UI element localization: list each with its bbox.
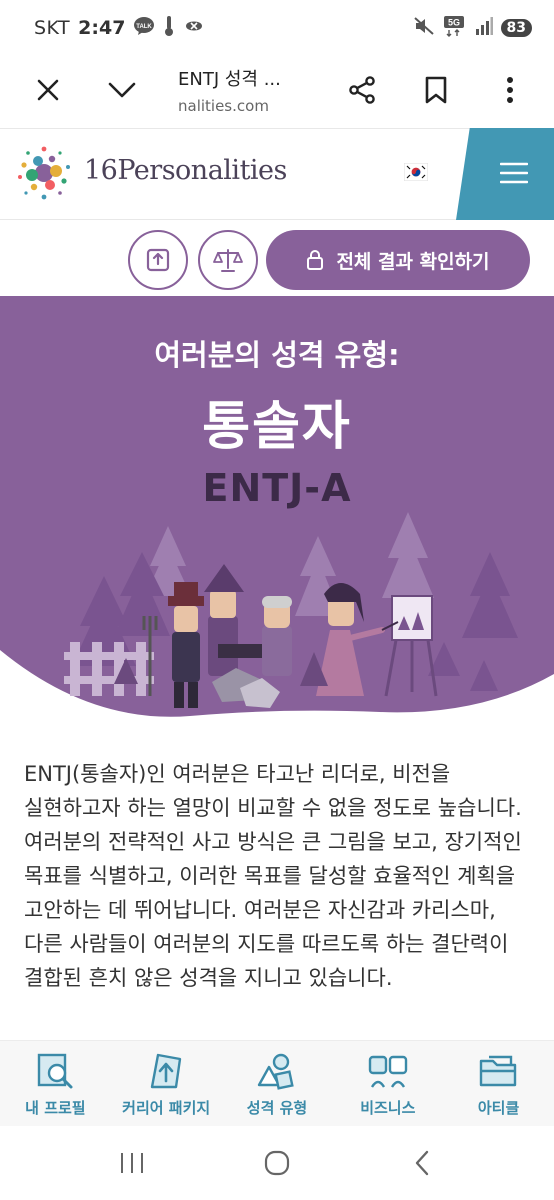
talk-notification-icon: TALK: [133, 16, 155, 41]
tab-articles[interactable]: 아티클: [443, 1041, 554, 1126]
tab-business[interactable]: 비즈니스: [332, 1041, 443, 1126]
page-title: ENTJ 성격 ...: [178, 69, 281, 90]
hamburger-icon: [500, 162, 528, 184]
type-description: ENTJ(통솔자)인 여러분은 타고난 리더로, 비전을 실현하고자 하는 열망…: [24, 762, 522, 990]
korea-flag-icon[interactable]: [403, 162, 429, 185]
recent-apps-button[interactable]: [112, 1143, 152, 1183]
people-icon: [368, 1055, 407, 1088]
shapes-icon: [257, 1053, 294, 1090]
close-icon: [37, 79, 59, 101]
share-button[interactable]: [338, 66, 386, 114]
address-bar[interactable]: ENTJ 성격 ... nalities.com: [178, 65, 318, 115]
bookmark-icon: [425, 76, 447, 104]
upload-icon: [146, 248, 170, 272]
tab-label: 아티클: [477, 1099, 520, 1117]
status-bar: SKT 2:47 TALK 5G 83: [0, 0, 554, 56]
clock: 2:47: [78, 17, 126, 39]
mute-icon: [413, 16, 435, 41]
more-vertical-icon: [507, 77, 513, 103]
more-options-button[interactable]: [486, 66, 534, 114]
carrier-label: SKT: [34, 17, 71, 39]
close-tab-button[interactable]: [24, 66, 72, 114]
hero-banner: 여러분의 성격 유형: 통솔자 ENTJ-A: [0, 296, 554, 736]
bottom-tab-bar: 내 프로필 커리어 패키지 성격 유형 비즈니스 아티클: [0, 1040, 554, 1126]
browser-toolbar: ENTJ 성격 ... nalities.com: [0, 56, 554, 124]
menu-button[interactable]: [456, 128, 554, 220]
personality-type-code: ENTJ-A: [202, 466, 352, 510]
cta-label: 전체 결과 확인하기: [336, 250, 490, 273]
back-button[interactable]: [402, 1143, 442, 1183]
recent-apps-icon: [121, 1153, 144, 1173]
tab-label: 비즈니스: [360, 1099, 416, 1117]
tab-personality-types[interactable]: 성격 유형: [222, 1041, 333, 1126]
scale-icon: [213, 249, 243, 272]
tab-label: 커리어 패키지: [122, 1099, 211, 1117]
tab-label: 내 프로필: [25, 1099, 86, 1117]
profile-search-icon: [38, 1053, 73, 1089]
home-button[interactable]: [257, 1143, 297, 1183]
expand-button[interactable]: [98, 66, 146, 114]
site-header: 16Personalities: [0, 128, 554, 220]
chevron-down-icon: [108, 82, 136, 98]
share-result-button[interactable]: [128, 230, 188, 290]
home-icon: [264, 1150, 290, 1176]
bookmark-button[interactable]: [412, 66, 460, 114]
svg-text:5G: 5G: [448, 17, 460, 27]
page-url: nalities.com: [178, 97, 269, 115]
logo-icon[interactable]: [14, 143, 74, 203]
lock-icon: [307, 250, 324, 270]
network-badge: 5G: [443, 15, 467, 42]
career-arrow-icon: [150, 1053, 182, 1089]
compare-button[interactable]: [198, 230, 258, 290]
brand-name: 16Personalities: [84, 155, 287, 186]
unlock-full-results-button[interactable]: 전체 결과 확인하기: [266, 230, 530, 290]
battery-indicator: 83: [500, 19, 532, 37]
folder-icon: [479, 1055, 516, 1087]
thermometer-icon: [163, 15, 175, 42]
tab-my-profile[interactable]: 내 프로필: [0, 1041, 111, 1126]
signal-icon: [475, 16, 493, 40]
personality-type-name: 통솔자: [202, 397, 352, 457]
share-icon: [349, 76, 375, 104]
tab-career-package[interactable]: 커리어 패키지: [111, 1041, 222, 1126]
system-navigation-bar: [0, 1126, 554, 1200]
svg-text:TALK: TALK: [137, 24, 153, 30]
back-icon: [415, 1150, 428, 1176]
app-notification-icon: [183, 16, 205, 41]
hero-subtitle: 여러분의 성격 유형:: [154, 338, 400, 372]
action-bar: 전체 결과 확인하기: [0, 220, 554, 298]
tab-label: 성격 유형: [246, 1099, 308, 1117]
